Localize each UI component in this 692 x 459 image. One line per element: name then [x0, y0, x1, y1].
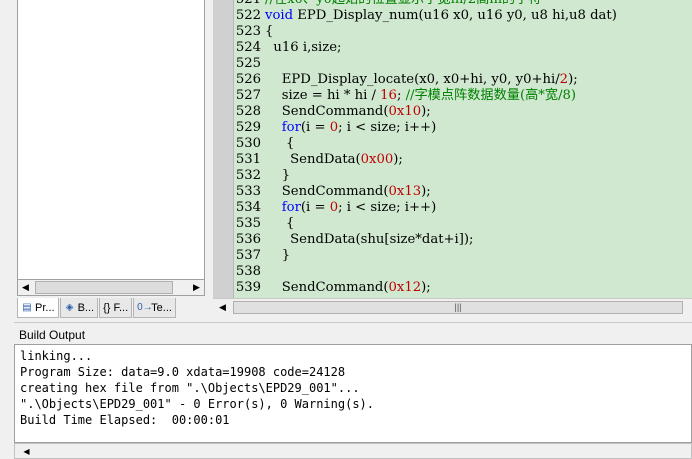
code-line[interactable]: 531 SendData(0x00); — [235, 152, 617, 168]
line-number: 533 — [235, 184, 261, 199]
line-number: 536 — [235, 232, 261, 247]
editor-horizontal-scrollbar[interactable]: ◀ ||| — [213, 298, 692, 316]
templates-icon: 0→ — [137, 301, 153, 313]
code-line[interactable]: 539 SendCommand(0x12); — [235, 280, 617, 296]
code-text: void EPD_Display_num(u16 x0, u16 y0, u8 … — [265, 8, 617, 23]
code-text: u16 i,size; — [265, 40, 342, 55]
code-text: } — [265, 248, 291, 263]
editor-gutter[interactable] — [213, 0, 234, 298]
build-output-text: linking... Program Size: data=9.0 xdata=1… — [20, 348, 374, 428]
code-lines: 521 //在x0、y0起始的位置显示字宽hi/2高hi的字符 522 void EP… — [235, 0, 617, 296]
tab-functions[interactable]: {} F... — [99, 298, 133, 318]
code-text: SendData(shu[size*dat+i]); — [265, 232, 474, 247]
code-text: { — [265, 136, 295, 151]
code-text: for(i = 0; i < size; i++) — [281, 120, 437, 135]
books-icon: ◈ — [65, 301, 74, 313]
tab-project[interactable]: ▤ Pr... — [17, 298, 59, 318]
line-number: 532 — [235, 168, 261, 183]
output-line: linking... — [20, 349, 93, 363]
code-text: { — [265, 216, 295, 231]
code-text: { — [265, 24, 274, 39]
code-line[interactable]: 530 { — [235, 136, 617, 152]
project-panel: ◀ ▶ — [0, 0, 208, 298]
line-number: 529 — [235, 120, 261, 135]
tab-templates[interactable]: 0→ Te... — [133, 298, 176, 318]
code-line[interactable]: 529 for(i = 0; i < size; i++) — [235, 120, 617, 136]
line-number: 539 — [235, 280, 261, 295]
build-output-title: Build Output — [19, 328, 86, 342]
build-output-scrollbar[interactable]: ◀ — [14, 443, 692, 459]
scroll-left-icon[interactable]: ◀ — [19, 444, 34, 459]
line-number: 534 — [235, 200, 261, 215]
line-number: 522 — [235, 8, 261, 23]
line-number: 537 — [235, 248, 261, 263]
code-line[interactable]: 521 //在x0、y0起始的位置显示字宽hi/2高hi的字符 — [235, 0, 617, 8]
code-line[interactable]: 538 — [235, 264, 617, 280]
code-text: SendCommand(0x12); — [265, 280, 431, 295]
code-line[interactable]: 522 void EPD_Display_num(u16 x0, u16 y0, … — [235, 8, 617, 24]
line-number: 521 — [235, 0, 261, 8]
output-line: creating hex file from ".\Objects\EPD29_… — [20, 381, 360, 395]
code-line[interactable]: 536 SendData(shu[size*dat+i]); — [235, 232, 617, 248]
code-line[interactable]: 523 { — [235, 24, 617, 40]
line-number: 525 — [235, 56, 261, 71]
scroll-thumb[interactable]: ||| — [233, 301, 683, 314]
line-number: 535 — [235, 216, 261, 231]
code-line[interactable]: 527 size = hi * hi / 16; //字模点阵数据数量(高*宽/… — [235, 88, 617, 104]
scroll-right-icon[interactable]: ▶ — [189, 280, 204, 295]
line-number: 523 — [235, 24, 261, 39]
code-line[interactable]: 524 u16 i,size; — [235, 40, 617, 56]
line-number: 526 — [235, 72, 261, 87]
scroll-left-icon[interactable]: ◀ — [18, 280, 33, 295]
tab-books[interactable]: ◈ B... — [59, 298, 99, 318]
output-line: Build Time Elapsed: 00:00:01 — [20, 413, 230, 427]
code-line[interactable]: 537 } — [235, 248, 617, 264]
code-text: } — [265, 168, 291, 183]
line-number: 528 — [235, 104, 261, 119]
code-text: SendData(0x00); — [265, 152, 403, 167]
code-text: //在x0、y0起始的位置显示字宽hi/2高hi的字符 — [265, 0, 542, 7]
code-line[interactable]: 533 SendCommand(0x13); — [235, 184, 617, 200]
project-tree[interactable] — [17, 0, 205, 279]
line-number: 524 — [235, 40, 261, 55]
line-number: 531 — [235, 152, 261, 167]
code-line[interactable]: 534 for(i = 0; i < size; i++) — [235, 200, 617, 216]
code-line[interactable]: 532 } — [235, 168, 617, 184]
project-horizontal-scrollbar[interactable]: ◀ ▶ — [17, 279, 205, 296]
code-line[interactable]: 535 { — [235, 216, 617, 232]
code-text: for(i = 0; i < size; i++) — [281, 200, 437, 215]
build-output-panel[interactable]: linking... Program Size: data=9.0 xdata=1… — [14, 344, 692, 443]
project-tabs: ▤ Pr... ◈ B... {} F... 0→ Te... — [17, 298, 207, 320]
line-number: 530 — [235, 136, 261, 151]
output-line: Program Size: data=9.0 xdata=19908 code=… — [20, 365, 346, 379]
output-line: ".\Objects\EPD29_001" - 0 Error(s), 0 Wa… — [20, 397, 375, 411]
scroll-left-icon[interactable]: ◀ — [215, 300, 230, 315]
scroll-thumb[interactable] — [35, 281, 173, 294]
line-number: 527 — [235, 88, 261, 103]
code-editor[interactable]: 521 //在x0、y0起始的位置显示字宽hi/2高hi的字符 522 void EP… — [213, 0, 692, 298]
code-text: EPD_Display_locate(x0, x0+hi, y0, y0+hi/… — [265, 72, 578, 87]
code-line[interactable]: 526 EPD_Display_locate(x0, x0+hi, y0, y0… — [235, 72, 617, 88]
code-line[interactable]: 525 — [235, 56, 617, 72]
code-text: SendCommand(0x10); — [265, 104, 431, 119]
project-icon: ▤ — [22, 301, 32, 313]
code-text: size = hi * hi / 16; //字模点阵数据数量(高*宽/8) — [265, 88, 577, 103]
code-text: SendCommand(0x13); — [265, 184, 431, 199]
code-line[interactable]: 528 SendCommand(0x10); — [235, 104, 617, 120]
line-number: 538 — [235, 264, 261, 279]
build-output-header: Build Output — [14, 322, 692, 345]
